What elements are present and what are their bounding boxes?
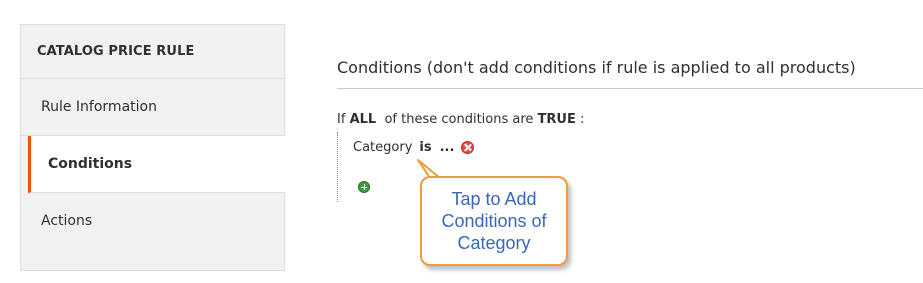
tooltip-callout: Tap to Add Conditions of Category <box>420 176 568 266</box>
sidebar-title: CATALOG PRICE RULE <box>21 25 284 79</box>
condition-value-link[interactable]: ... <box>440 140 455 155</box>
aggregator-select[interactable]: ALL <box>350 112 377 127</box>
add-condition-icon[interactable] <box>358 181 370 193</box>
condition-middle-text: of these conditions are <box>384 112 534 127</box>
condition-operator[interactable]: is <box>419 140 431 155</box>
condition-row: Category is ... <box>353 140 475 155</box>
sidebar-item-actions[interactable]: Actions <box>21 193 284 250</box>
condition-attribute: Category <box>353 140 413 155</box>
remove-condition-icon[interactable] <box>461 141 475 154</box>
sidebar-item-rule-information[interactable]: Rule Information <box>21 79 284 136</box>
callout-text: Tap to Add Conditions of Category <box>441 189 547 253</box>
condition-aggregator-line: If ALL of these conditions are TRUE : <box>337 112 584 127</box>
value-select[interactable]: TRUE <box>538 112 576 127</box>
conditions-tree-line <box>337 132 339 202</box>
sidebar-item-conditions[interactable]: Conditions <box>28 136 285 193</box>
sidebar: CATALOG PRICE RULE Rule Information Cond… <box>20 24 285 271</box>
section-title: Conditions (don't add conditions if rule… <box>337 58 856 77</box>
condition-suffix: : <box>580 112 585 127</box>
condition-prefix: If <box>337 112 346 127</box>
section-divider <box>337 88 923 89</box>
